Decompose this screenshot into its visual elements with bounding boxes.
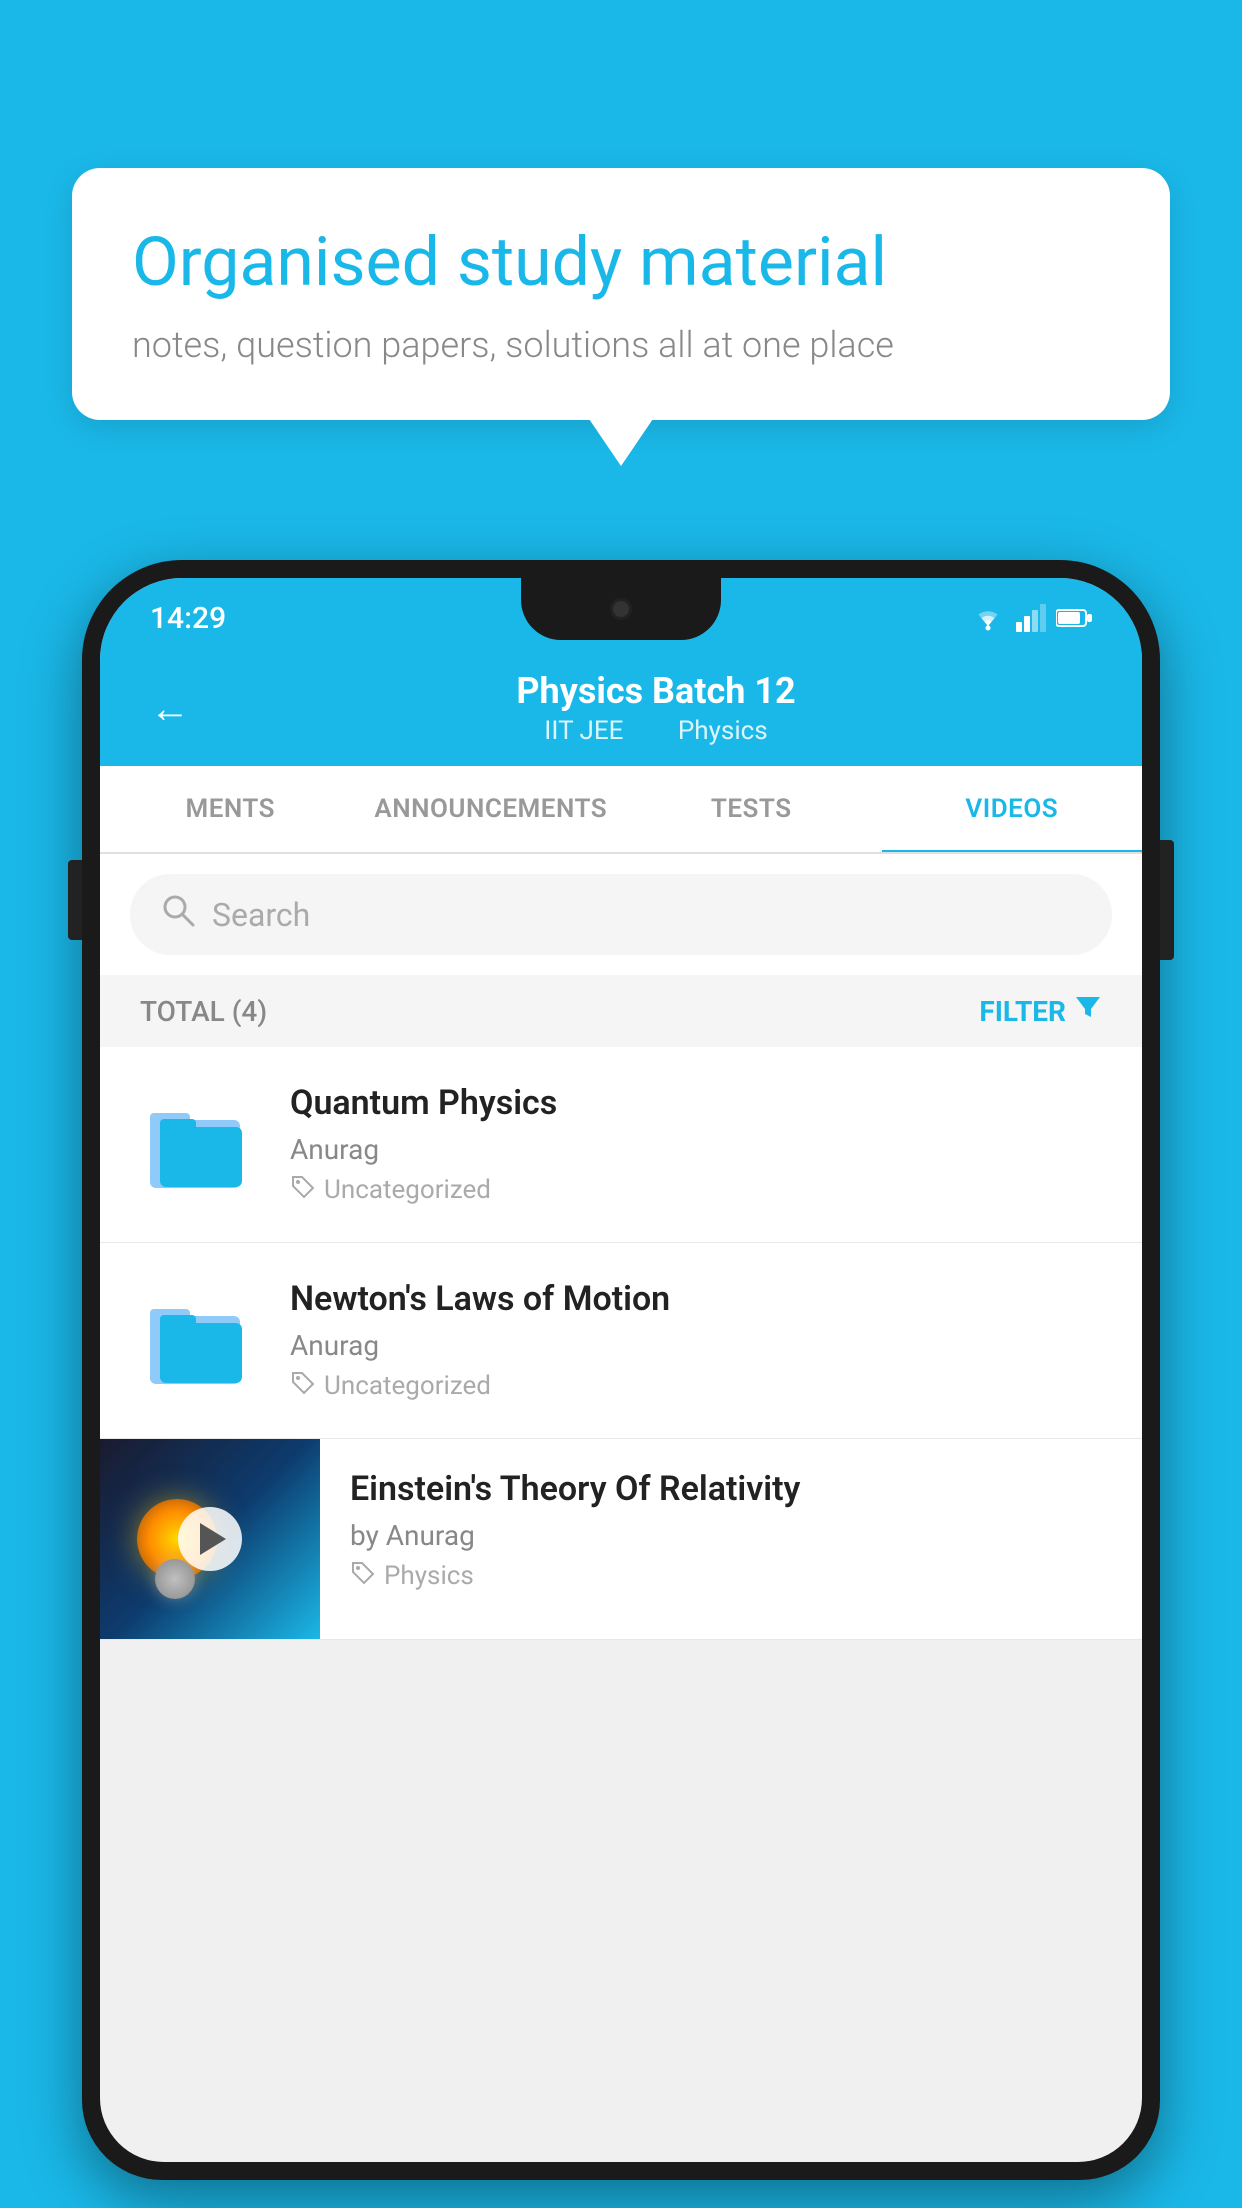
- header-main-title: Physics Batch 12: [220, 670, 1092, 712]
- video-category: Uncategorized: [290, 1370, 1102, 1402]
- camera-icon: [610, 598, 632, 620]
- wifi-icon: [970, 604, 1006, 632]
- signal-icon: [1016, 604, 1046, 632]
- filter-funnel-icon: [1074, 993, 1102, 1029]
- play-button[interactable]: [178, 1507, 242, 1571]
- folder-thumbnail: [140, 1085, 260, 1205]
- video-category: Physics: [350, 1560, 1112, 1592]
- list-item[interactable]: Newton's Laws of Motion Anurag Uncategor…: [100, 1243, 1142, 1439]
- video-title: Einstein's Theory Of Relativity: [350, 1469, 1112, 1509]
- header-subtitle-part1: IIT JEE: [544, 716, 623, 746]
- speech-bubble-card: Organised study material notes, question…: [72, 168, 1170, 420]
- tab-tests[interactable]: TESTS: [621, 766, 882, 852]
- phone-outer: 14:29: [82, 560, 1160, 2180]
- search-input[interactable]: Search: [212, 896, 310, 934]
- filter-bar: TOTAL (4) FILTER: [100, 975, 1142, 1047]
- video-category-text: Uncategorized: [324, 1371, 491, 1401]
- video-thumbnail: [100, 1439, 320, 1639]
- video-author: Anurag: [290, 1329, 1102, 1362]
- filter-label: FILTER: [979, 995, 1066, 1028]
- status-time: 14:29: [150, 601, 226, 636]
- speech-bubble-title: Organised study material: [132, 222, 1110, 304]
- video-category: Uncategorized: [290, 1174, 1102, 1206]
- video-category-text: Uncategorized: [324, 1175, 491, 1205]
- search-icon: [160, 892, 196, 937]
- phone-inner: 14:29: [100, 578, 1142, 2162]
- header-subtitle: IIT JEE Physics: [220, 716, 1092, 746]
- search-container: Search: [100, 854, 1142, 975]
- phone-notch: [521, 578, 721, 640]
- list-item[interactable]: Einstein's Theory Of Relativity by Anura…: [100, 1439, 1142, 1640]
- status-icons: [970, 604, 1092, 632]
- tag-icon: [290, 1370, 316, 1402]
- video-category-text: Physics: [384, 1561, 474, 1591]
- video-item-info: Quantum Physics Anurag Uncategorized: [290, 1083, 1102, 1206]
- header-subtitle-part2: Physics: [678, 716, 768, 746]
- video-author: by Anurag: [350, 1519, 1112, 1552]
- tag-icon: [290, 1174, 316, 1206]
- tab-ments[interactable]: MENTS: [100, 766, 361, 852]
- folder-thumbnail: [140, 1281, 260, 1401]
- header-title-group: Physics Batch 12 IIT JEE Physics: [220, 670, 1092, 746]
- tabs-bar: MENTS ANNOUNCEMENTS TESTS VIDEOS: [100, 766, 1142, 854]
- tag-icon: [350, 1560, 376, 1592]
- video-item-info: Newton's Laws of Motion Anurag Uncategor…: [290, 1279, 1102, 1402]
- play-icon: [200, 1523, 226, 1555]
- folder-icon: [145, 1291, 255, 1391]
- video-title: Quantum Physics: [290, 1083, 1102, 1123]
- back-button[interactable]: ←: [150, 685, 190, 732]
- filter-button[interactable]: FILTER: [979, 993, 1102, 1029]
- total-count: TOTAL (4): [140, 995, 267, 1028]
- battery-icon: [1056, 608, 1092, 628]
- folder-icon: [145, 1095, 255, 1195]
- video-title: Newton's Laws of Motion: [290, 1279, 1102, 1319]
- phone-mockup: 14:29: [82, 560, 1160, 2208]
- search-bar[interactable]: Search: [130, 874, 1112, 955]
- speech-bubble-subtitle: notes, question papers, solutions all at…: [132, 324, 1110, 366]
- tab-videos[interactable]: VIDEOS: [882, 766, 1143, 852]
- app-header: ← Physics Batch 12 IIT JEE Physics: [100, 650, 1142, 766]
- video-list: Quantum Physics Anurag Uncategorized: [100, 1047, 1142, 1640]
- tab-announcements[interactable]: ANNOUNCEMENTS: [361, 766, 622, 852]
- video-item-info: Einstein's Theory Of Relativity by Anura…: [320, 1439, 1142, 1622]
- video-author: Anurag: [290, 1133, 1102, 1166]
- list-item[interactable]: Quantum Physics Anurag Uncategorized: [100, 1047, 1142, 1243]
